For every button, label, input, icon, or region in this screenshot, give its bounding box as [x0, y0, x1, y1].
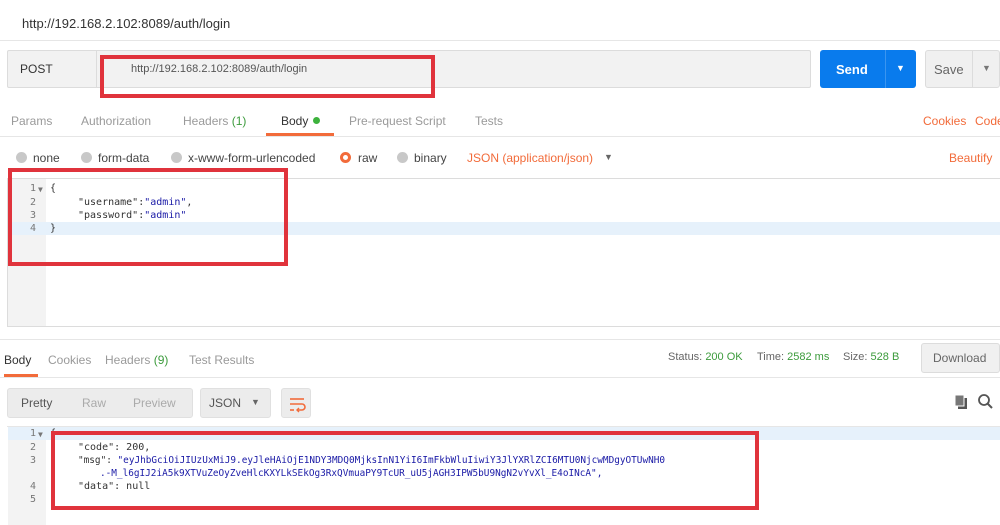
size-value: 528 B	[870, 351, 900, 363]
divider	[0, 339, 1000, 340]
status-label: Status:	[668, 351, 703, 363]
divider	[0, 377, 1000, 378]
annotation-box-response-body	[51, 431, 759, 510]
response-tab-body[interactable]: Body	[4, 353, 31, 367]
radio-binary-label: binary	[414, 151, 447, 165]
time-value: 2582 ms	[787, 351, 830, 363]
response-tab-headers[interactable]: Headers (9)	[105, 353, 168, 367]
response-tab-cookies[interactable]: Cookies	[48, 353, 91, 367]
chevron-down-icon[interactable]: ▼	[982, 63, 991, 73]
radio-form-data-label: form-data	[98, 151, 150, 165]
divider	[0, 40, 1000, 41]
divider	[885, 50, 886, 88]
radio-raw-label: raw	[358, 151, 378, 165]
tab-authorization[interactable]: Authorization	[81, 114, 151, 128]
status-readout: Status: 200 OK	[668, 351, 743, 363]
tab-tests[interactable]: Tests	[475, 114, 503, 128]
divider	[972, 51, 973, 87]
response-headers-count: (9)	[153, 353, 169, 367]
tab-headers[interactable]: Headers (1)	[183, 114, 246, 128]
view-pretty-button[interactable]: Pretty	[21, 396, 52, 410]
size-readout: Size: 528 B	[843, 351, 899, 363]
view-raw-button[interactable]: Raw	[82, 396, 106, 410]
search-icon[interactable]	[977, 393, 994, 410]
line-number: 1	[29, 428, 36, 439]
chevron-down-icon[interactable]: ▼	[604, 152, 613, 162]
annotation-box-request-body	[8, 168, 288, 266]
status-dot-icon	[313, 117, 320, 124]
chevron-down-icon[interactable]: ▼	[896, 63, 905, 73]
save-button-label[interactable]: Save	[934, 62, 964, 77]
response-format-label: JSON	[209, 396, 242, 410]
headers-count: (1)	[231, 114, 247, 128]
time-label: Time:	[757, 351, 785, 363]
tab-body[interactable]: Body	[281, 114, 308, 128]
beautify-link[interactable]: Beautify	[949, 151, 992, 165]
annotation-box-url	[100, 55, 435, 98]
radio-urlencoded-label: x-www-form-urlencoded	[188, 151, 316, 165]
tab-prerequest-script[interactable]: Pre-request Script	[349, 114, 446, 128]
cookies-link[interactable]: Cookies	[923, 114, 966, 128]
radio-urlencoded[interactable]	[171, 152, 182, 163]
radio-none[interactable]	[16, 152, 27, 163]
divider	[0, 136, 1000, 137]
chevron-down-icon[interactable]: ▼	[251, 397, 260, 407]
time-readout: Time: 2582 ms	[757, 351, 829, 363]
method-select[interactable]: POST	[20, 62, 53, 76]
line-number: 2	[29, 442, 36, 453]
line-number: 5	[29, 494, 36, 505]
radio-none-label: none	[33, 151, 60, 165]
content-type-select[interactable]: JSON (application/json)	[467, 151, 593, 165]
wrap-lines-button[interactable]	[281, 388, 311, 418]
copy-icon[interactable]	[953, 394, 969, 410]
tab-headers-label: Headers	[183, 114, 229, 128]
response-tab-headers-label: Headers	[105, 353, 151, 367]
line-number: 4	[29, 481, 36, 492]
status-value: 200 OK	[705, 351, 743, 363]
radio-binary[interactable]	[397, 152, 408, 163]
divider	[96, 51, 97, 87]
radio-raw[interactable]	[340, 152, 351, 163]
code-link[interactable]: Code	[975, 114, 1000, 128]
size-label: Size:	[843, 351, 868, 363]
radio-form-data[interactable]	[81, 152, 92, 163]
view-preview-button[interactable]: Preview	[133, 396, 176, 410]
wrap-lines-icon	[290, 398, 306, 413]
send-button-label[interactable]: Send	[836, 62, 868, 77]
fold-arrow-icon[interactable]: ▼	[38, 430, 43, 439]
response-tab-test-results[interactable]: Test Results	[189, 353, 254, 367]
line-number: 3	[29, 455, 36, 466]
page-title: http://192.168.2.102:8089/auth/login	[22, 16, 231, 31]
tab-params[interactable]: Params	[11, 114, 52, 128]
download-button-label[interactable]: Download	[933, 351, 986, 365]
